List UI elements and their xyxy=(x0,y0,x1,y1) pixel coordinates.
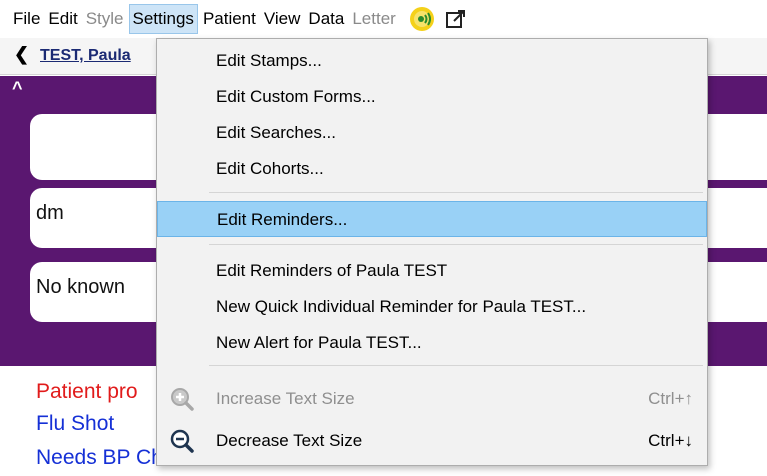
menu-separator xyxy=(209,244,703,245)
menu-item-label: Edit Stamps... xyxy=(216,51,322,70)
card-text: dm xyxy=(36,202,64,224)
shortcut-label: Ctrl+↑ xyxy=(648,389,693,408)
menu-item-edit-stamps[interactable]: Edit Stamps... xyxy=(157,43,707,79)
menu-item-decrease-text-size[interactable]: Decrease Text Size Ctrl+↓ xyxy=(157,423,707,459)
menu-item-label: Edit Searches... xyxy=(216,123,337,142)
chevron-down-icon[interactable]: ❮ xyxy=(14,44,29,65)
menu-item-edit-reminders-of-patient[interactable]: Edit Reminders of Paula TEST xyxy=(157,253,707,289)
menu-file[interactable]: File xyxy=(10,4,43,34)
menu-item-label: New Alert for Paula TEST... xyxy=(216,333,422,352)
menu-separator xyxy=(209,192,703,193)
menu-bar: File Edit Style Settings Patient View Da… xyxy=(0,0,767,38)
menu-item-label: Edit Reminders of Paula TEST xyxy=(216,261,448,280)
external-link-icon[interactable] xyxy=(441,4,471,34)
chevron-up-icon[interactable]: ^ xyxy=(12,78,23,99)
menu-separator xyxy=(209,365,703,366)
menu-item-edit-custom-forms[interactable]: Edit Custom Forms... xyxy=(157,79,707,115)
card-text: No known xyxy=(36,276,125,298)
settings-menu: Edit Stamps... Edit Custom Forms... Edit… xyxy=(156,38,708,466)
menu-item-edit-reminders[interactable]: Edit Reminders... xyxy=(157,201,707,237)
menu-item-label: Edit Cohorts... xyxy=(216,159,324,178)
menu-view[interactable]: View xyxy=(261,4,304,34)
menu-letter[interactable]: Letter xyxy=(349,4,398,34)
menu-item-edit-searches[interactable]: Edit Searches... xyxy=(157,115,707,151)
broadcast-icon[interactable] xyxy=(407,4,437,34)
menu-style[interactable]: Style xyxy=(83,4,127,34)
menu-item-label: Edit Custom Forms... xyxy=(216,87,376,106)
reminder-item[interactable]: Patient pro xyxy=(36,380,138,404)
menu-item-label: Decrease Text Size xyxy=(216,431,363,450)
menu-edit[interactable]: Edit xyxy=(45,4,80,34)
menu-item-label: New Quick Individual Reminder for Paula … xyxy=(216,297,587,316)
shortcut-label: Ctrl+↓ xyxy=(648,431,693,450)
menu-item-new-alert[interactable]: New Alert for Paula TEST... xyxy=(157,325,707,361)
zoom-out-icon xyxy=(169,428,195,454)
menu-settings[interactable]: Settings xyxy=(128,4,198,34)
menu-patient[interactable]: Patient xyxy=(200,4,259,34)
zoom-in-icon xyxy=(169,386,195,412)
menu-item-label: Increase Text Size xyxy=(216,389,355,408)
menu-data[interactable]: Data xyxy=(305,4,347,34)
menu-item-new-quick-reminder[interactable]: New Quick Individual Reminder for Paula … xyxy=(157,289,707,325)
reminder-item[interactable]: Flu Shot xyxy=(36,412,114,436)
patient-name-link[interactable]: TEST, Paula xyxy=(40,47,131,65)
menu-item-edit-cohorts[interactable]: Edit Cohorts... xyxy=(157,151,707,187)
menu-item-increase-text-size[interactable]: Increase Text Size Ctrl+↑ xyxy=(157,381,707,417)
side-tab[interactable] xyxy=(16,128,28,168)
menu-item-label: Edit Reminders... xyxy=(217,210,348,229)
